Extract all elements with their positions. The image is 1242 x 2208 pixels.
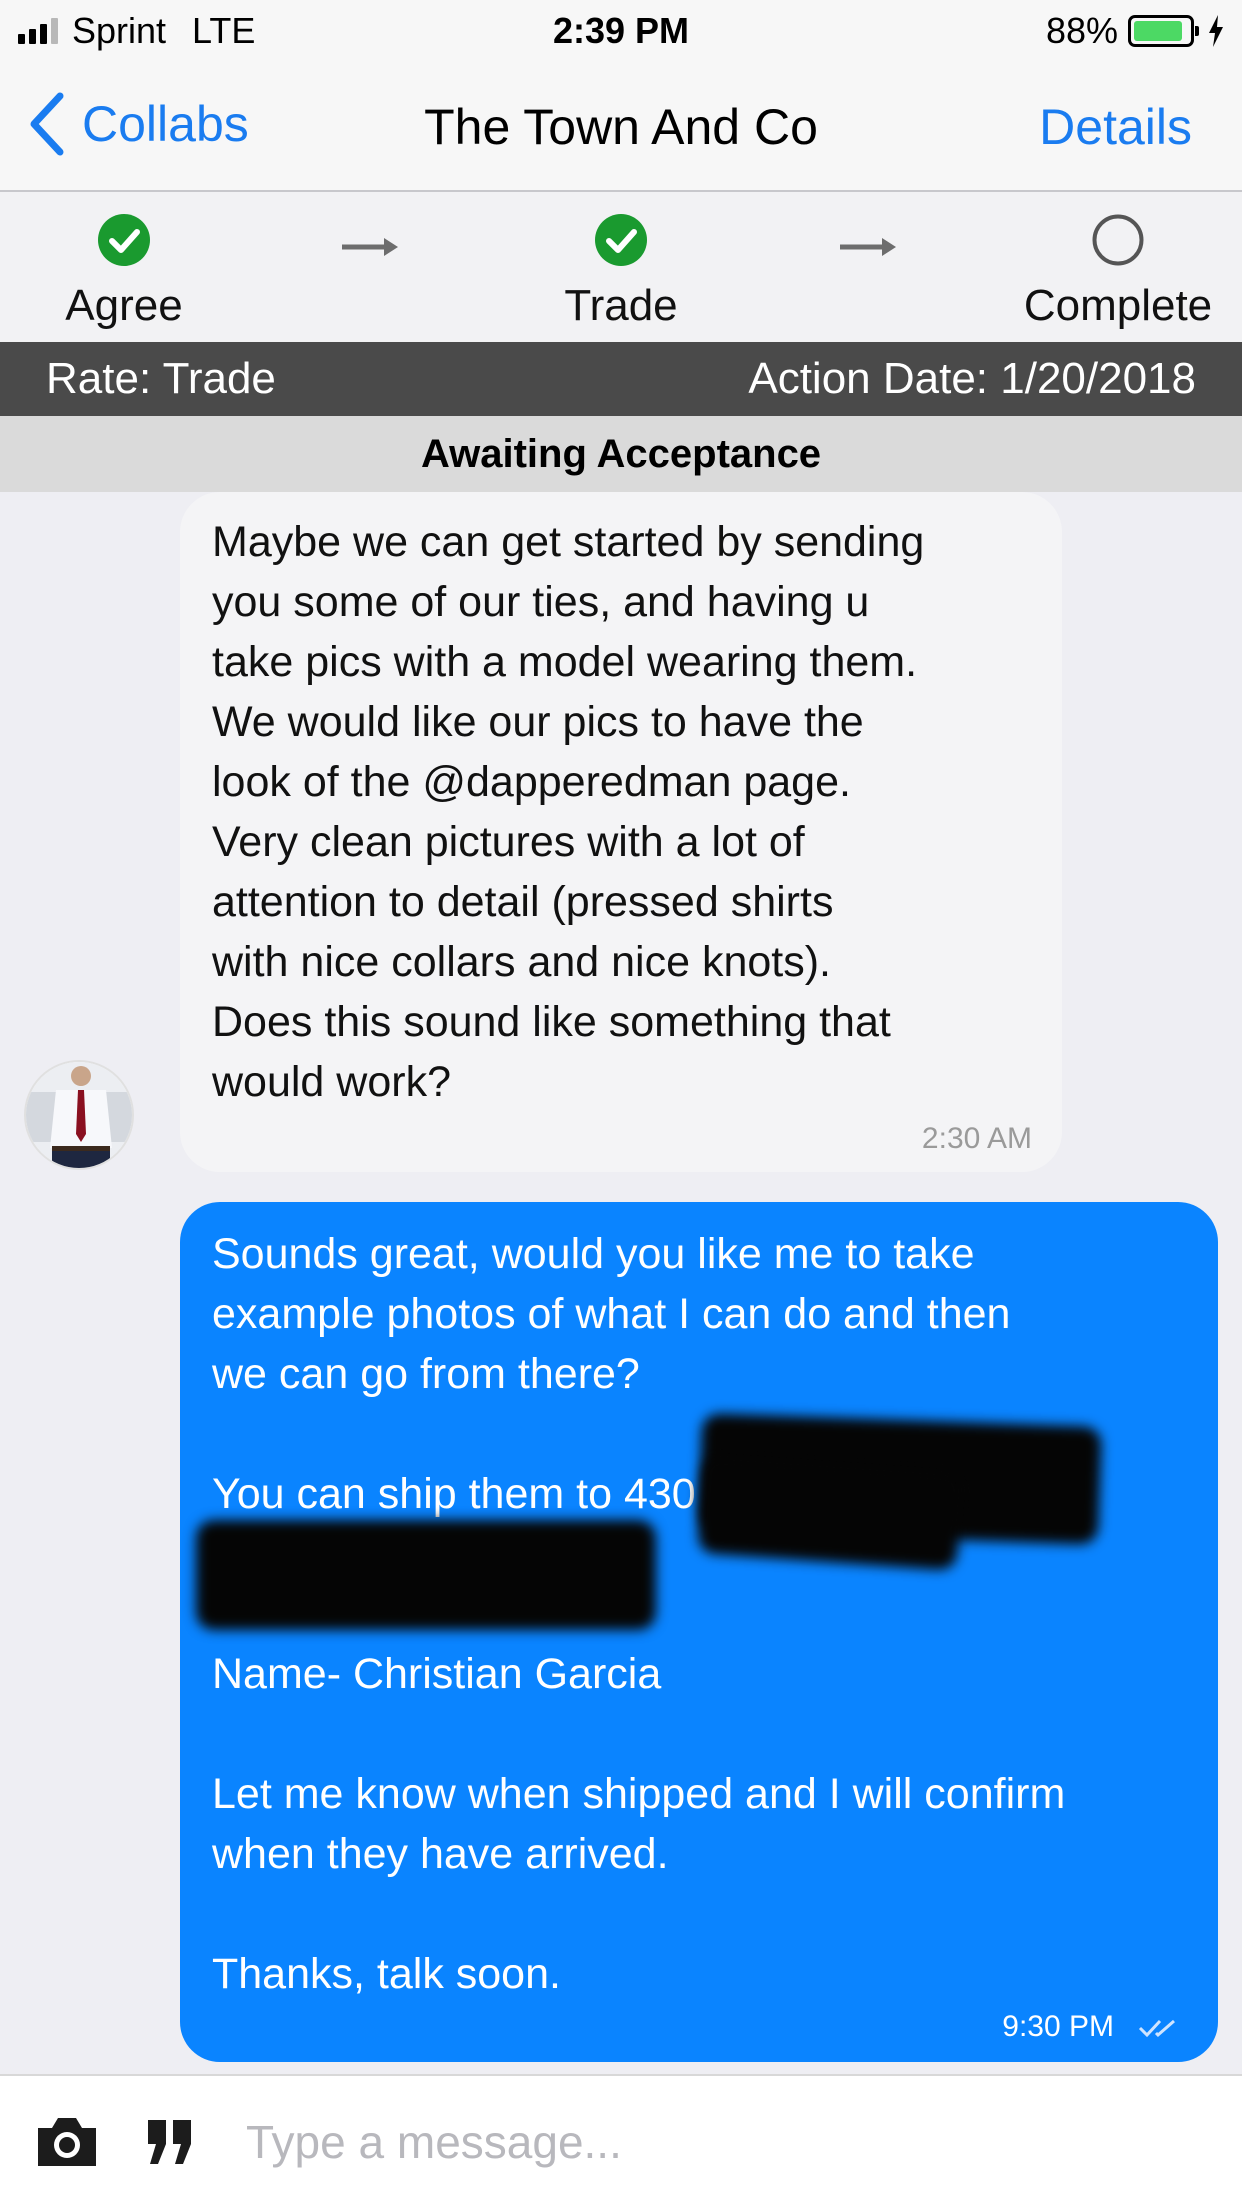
collab-info-bar: Rate: Trade Action Date: 1/20/2018	[0, 342, 1242, 416]
charging-bolt-icon	[1209, 15, 1223, 47]
camera-icon[interactable]	[34, 2114, 100, 2170]
action-date-label: Action Date: 1/20/2018	[748, 354, 1196, 403]
double-check-icon	[1138, 2019, 1175, 2038]
back-button[interactable]: Collabs	[28, 92, 249, 156]
nav-bar: Collabs The Town And Co Details	[0, 62, 1242, 192]
message-text: Maybe we can get started by sending you …	[212, 518, 925, 1106]
status-right: 88%	[1046, 10, 1224, 52]
chevron-left-icon	[30, 92, 64, 156]
avatar-image	[26, 1062, 132, 1168]
step-label: Complete	[1023, 281, 1213, 330]
message-time: 2:30 AM	[921, 1122, 1032, 1155]
message-composer	[0, 2074, 1242, 2208]
avatar[interactable]	[24, 1060, 134, 1170]
step-agree: Agree	[0, 214, 254, 331]
status-bar: Sprint LTE 2:39 PM 88%	[0, 0, 1242, 62]
step-label: Trade	[564, 281, 678, 330]
status-banner: Awaiting Acceptance	[0, 416, 1242, 492]
step-label: Agree	[65, 281, 183, 330]
message-time: 9:30 PM	[1002, 2010, 1114, 2043]
step-complete: Complete	[988, 214, 1242, 331]
check-circle-icon	[595, 214, 647, 266]
rate-label: Rate: Trade	[46, 354, 276, 403]
arrow-right-icon	[342, 238, 398, 256]
check-circle-icon	[98, 214, 150, 266]
battery-percent: 88%	[1045, 10, 1118, 51]
empty-circle-icon	[1092, 214, 1144, 266]
quote-icon[interactable]	[146, 2118, 194, 2166]
step-trade: Trade	[491, 214, 751, 331]
battery-fill	[1134, 21, 1182, 41]
progress-steps: Agree Trade Complete	[0, 192, 1242, 342]
battery-icon	[1128, 15, 1199, 47]
message-input[interactable]	[246, 2102, 1206, 2182]
redaction-mark	[196, 1520, 656, 1630]
outgoing-message-bubble[interactable]: Sounds great, would you like me to take …	[180, 1202, 1218, 2062]
back-label: Collabs	[82, 96, 249, 152]
details-button[interactable]: Details	[1039, 98, 1192, 156]
arrow-right-icon	[840, 238, 896, 256]
redaction-mark	[696, 1455, 964, 1571]
incoming-message-bubble[interactable]: Maybe we can get started by sending you …	[180, 492, 1062, 1172]
